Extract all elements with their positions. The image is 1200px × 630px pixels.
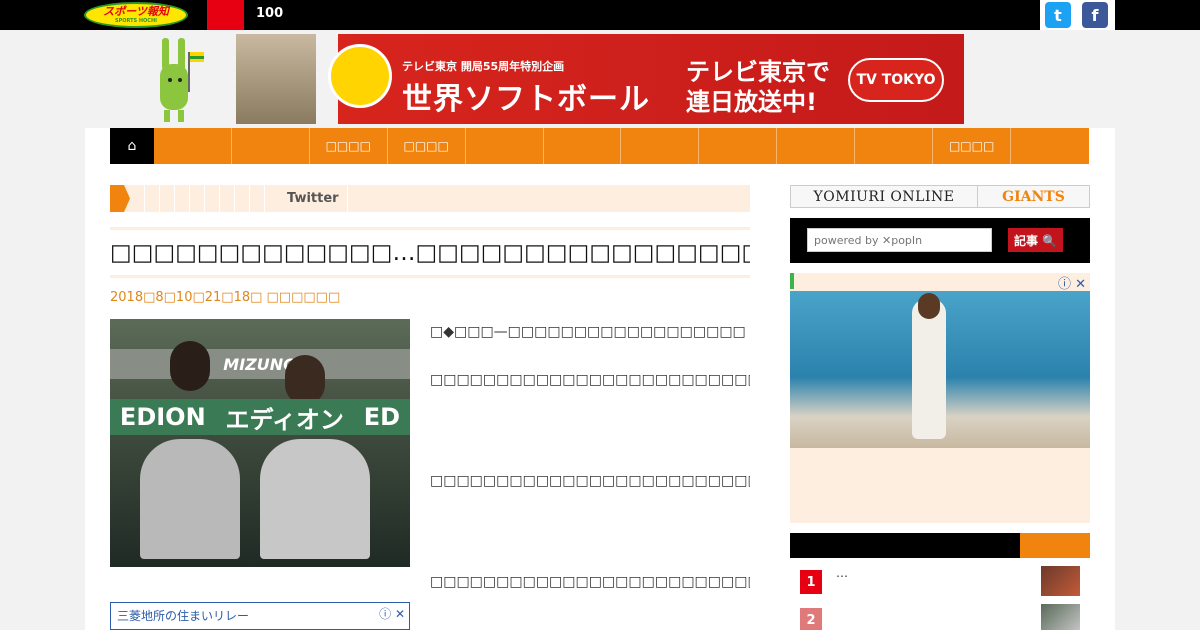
facebook-icon[interactable]: f	[1082, 2, 1108, 28]
nav-item[interactable]	[544, 128, 622, 164]
ranking-item[interactable]: 2	[790, 604, 1090, 630]
ad-mitsubishi-text: 三菱地所の住まいリレー	[117, 609, 250, 623]
main-nav: ⌂ □□□□ □□□□ □□□□	[110, 128, 1089, 164]
banner-players-image	[236, 34, 316, 124]
twitter-icon[interactable]: t	[1045, 2, 1071, 28]
photo-ad-board: EDION エディオン ED	[110, 399, 410, 435]
ad-beach-image	[790, 291, 1090, 448]
logo-main-text: スポーツ報知	[103, 5, 169, 18]
article-paragraph: □□□□□□□□□□□□□□□□□□□□□□□□□□□□□□□□□□□□□□□□…	[430, 574, 750, 590]
headline-rule-bottom	[110, 275, 750, 278]
breadcrumb-segment[interactable]	[145, 185, 160, 212]
social-links: t f	[1040, 0, 1115, 30]
banner-small-text: テレビ東京 開局55周年特別企画	[402, 60, 565, 73]
breadcrumb-arrow-icon	[110, 185, 130, 212]
ranking-thumbnail	[1041, 566, 1080, 596]
yomiuri-giants-tabs: YOMIURI ONLINE GIANTS	[790, 185, 1090, 208]
breadcrumb-segment[interactable]	[205, 185, 220, 212]
breadcrumb-twitter[interactable]: Twitter	[287, 185, 348, 212]
photo-player-body	[140, 439, 240, 559]
ad-figure	[912, 299, 946, 439]
article-date: 2018□8□10□21□18□ □□□□□□	[110, 290, 341, 305]
ad-mitsubishi[interactable]: 三菱地所の住まいリレー ⓘ ✕	[110, 602, 410, 630]
article-paragraph: □◆□□□—□□□□□□□□□□□□□□□□□□	[430, 324, 746, 340]
photo-player-body	[260, 439, 370, 559]
photo-ad-left: EDION	[119, 403, 206, 431]
ad-beach[interactable]: ⓘ ✕	[790, 273, 1090, 523]
photo-sign: MIZUNO	[110, 349, 410, 379]
nav-item[interactable]	[777, 128, 856, 164]
breadcrumb-segment[interactable]	[220, 185, 235, 212]
nav-item[interactable]	[232, 128, 310, 164]
logo-sub-text: SPORTS HOCHI	[114, 18, 158, 24]
ranking-item[interactable]: 1 …	[790, 566, 1090, 602]
breadcrumb: Twitter	[110, 185, 750, 212]
search-input[interactable]	[807, 228, 992, 252]
share-count: 100	[256, 6, 284, 21]
nav-item[interactable]	[699, 128, 778, 164]
article-headline: □□□□□□□□□□□□□…□□□□□□□□□□□□□□□□	[110, 240, 750, 266]
nav-item[interactable]	[1011, 128, 1089, 164]
ad-info-icon[interactable]: ⓘ ✕	[1058, 273, 1086, 292]
nav-item[interactable]	[621, 128, 700, 164]
nav-item[interactable]: □□□□	[388, 128, 466, 164]
ranking-header	[790, 533, 1090, 558]
tab-yomiuri-online[interactable]: YOMIURI ONLINE	[791, 186, 978, 207]
article-paragraph: □□□□□□□□□□□□□□□□□□□□□□□□□□□□□□□□□□□□□□□□…	[430, 473, 750, 489]
ad-banner-softball[interactable]: テレビ東京 開局55周年特別企画 世界ソフトボール テレビ東京で 連日放送中! …	[236, 34, 964, 124]
mascot-icon	[160, 38, 204, 122]
sports-hochi-logo[interactable]: スポーツ報知 SPORTS HOCHI	[84, 2, 188, 28]
photo-ad-center: エディオン	[225, 405, 344, 434]
nav-item[interactable]	[855, 128, 934, 164]
search-button[interactable]: 記事 🔍	[1008, 228, 1063, 252]
banner-right-line2: 連日放送中!	[686, 88, 817, 116]
ranking-number: 1	[800, 570, 822, 594]
photo-player-head	[285, 355, 325, 405]
ranking-text: …	[836, 566, 848, 580]
breadcrumb-segment[interactable]	[130, 185, 145, 212]
breadcrumb-segment[interactable]	[190, 185, 205, 212]
softball-logo-icon	[328, 44, 392, 108]
ranking-header-accent	[1020, 533, 1090, 558]
tab-giants[interactable]: GIANTS	[978, 186, 1089, 207]
ad-figure-head	[918, 293, 940, 319]
tv-tokyo-logo: TV TOKYO	[848, 58, 944, 102]
nav-item[interactable]	[466, 128, 544, 164]
nav-item[interactable]	[154, 128, 232, 164]
breadcrumb-segment[interactable]	[250, 185, 265, 212]
breadcrumb-segment[interactable]	[175, 185, 190, 212]
breadcrumb-segment[interactable]	[160, 185, 175, 212]
search-panel: 記事 🔍	[790, 218, 1090, 263]
article-paragraph: □□□□□□□□□□□□□□□□□□□□□□□□□□□□□□□□□□□□□□□□…	[430, 372, 750, 388]
ad-marker	[790, 273, 794, 289]
nav-item[interactable]: □□□□	[933, 128, 1012, 164]
ranking-thumbnail	[1041, 604, 1080, 630]
photo-player-head	[170, 341, 210, 391]
ranking-number: 2	[800, 608, 822, 630]
nav-item[interactable]: □□□□	[310, 128, 388, 164]
article-photo[interactable]: MIZUNO EDION エディオン ED	[110, 319, 410, 567]
red-block	[207, 0, 244, 30]
headline-rule-top	[110, 227, 750, 230]
breadcrumb-segment[interactable]	[235, 185, 250, 212]
photo-ad-right: ED	[363, 403, 401, 431]
ad-info-icon[interactable]: ⓘ ✕	[379, 605, 405, 622]
banner-title: 世界ソフトボール	[402, 82, 650, 117]
home-icon[interactable]: ⌂	[110, 128, 154, 164]
